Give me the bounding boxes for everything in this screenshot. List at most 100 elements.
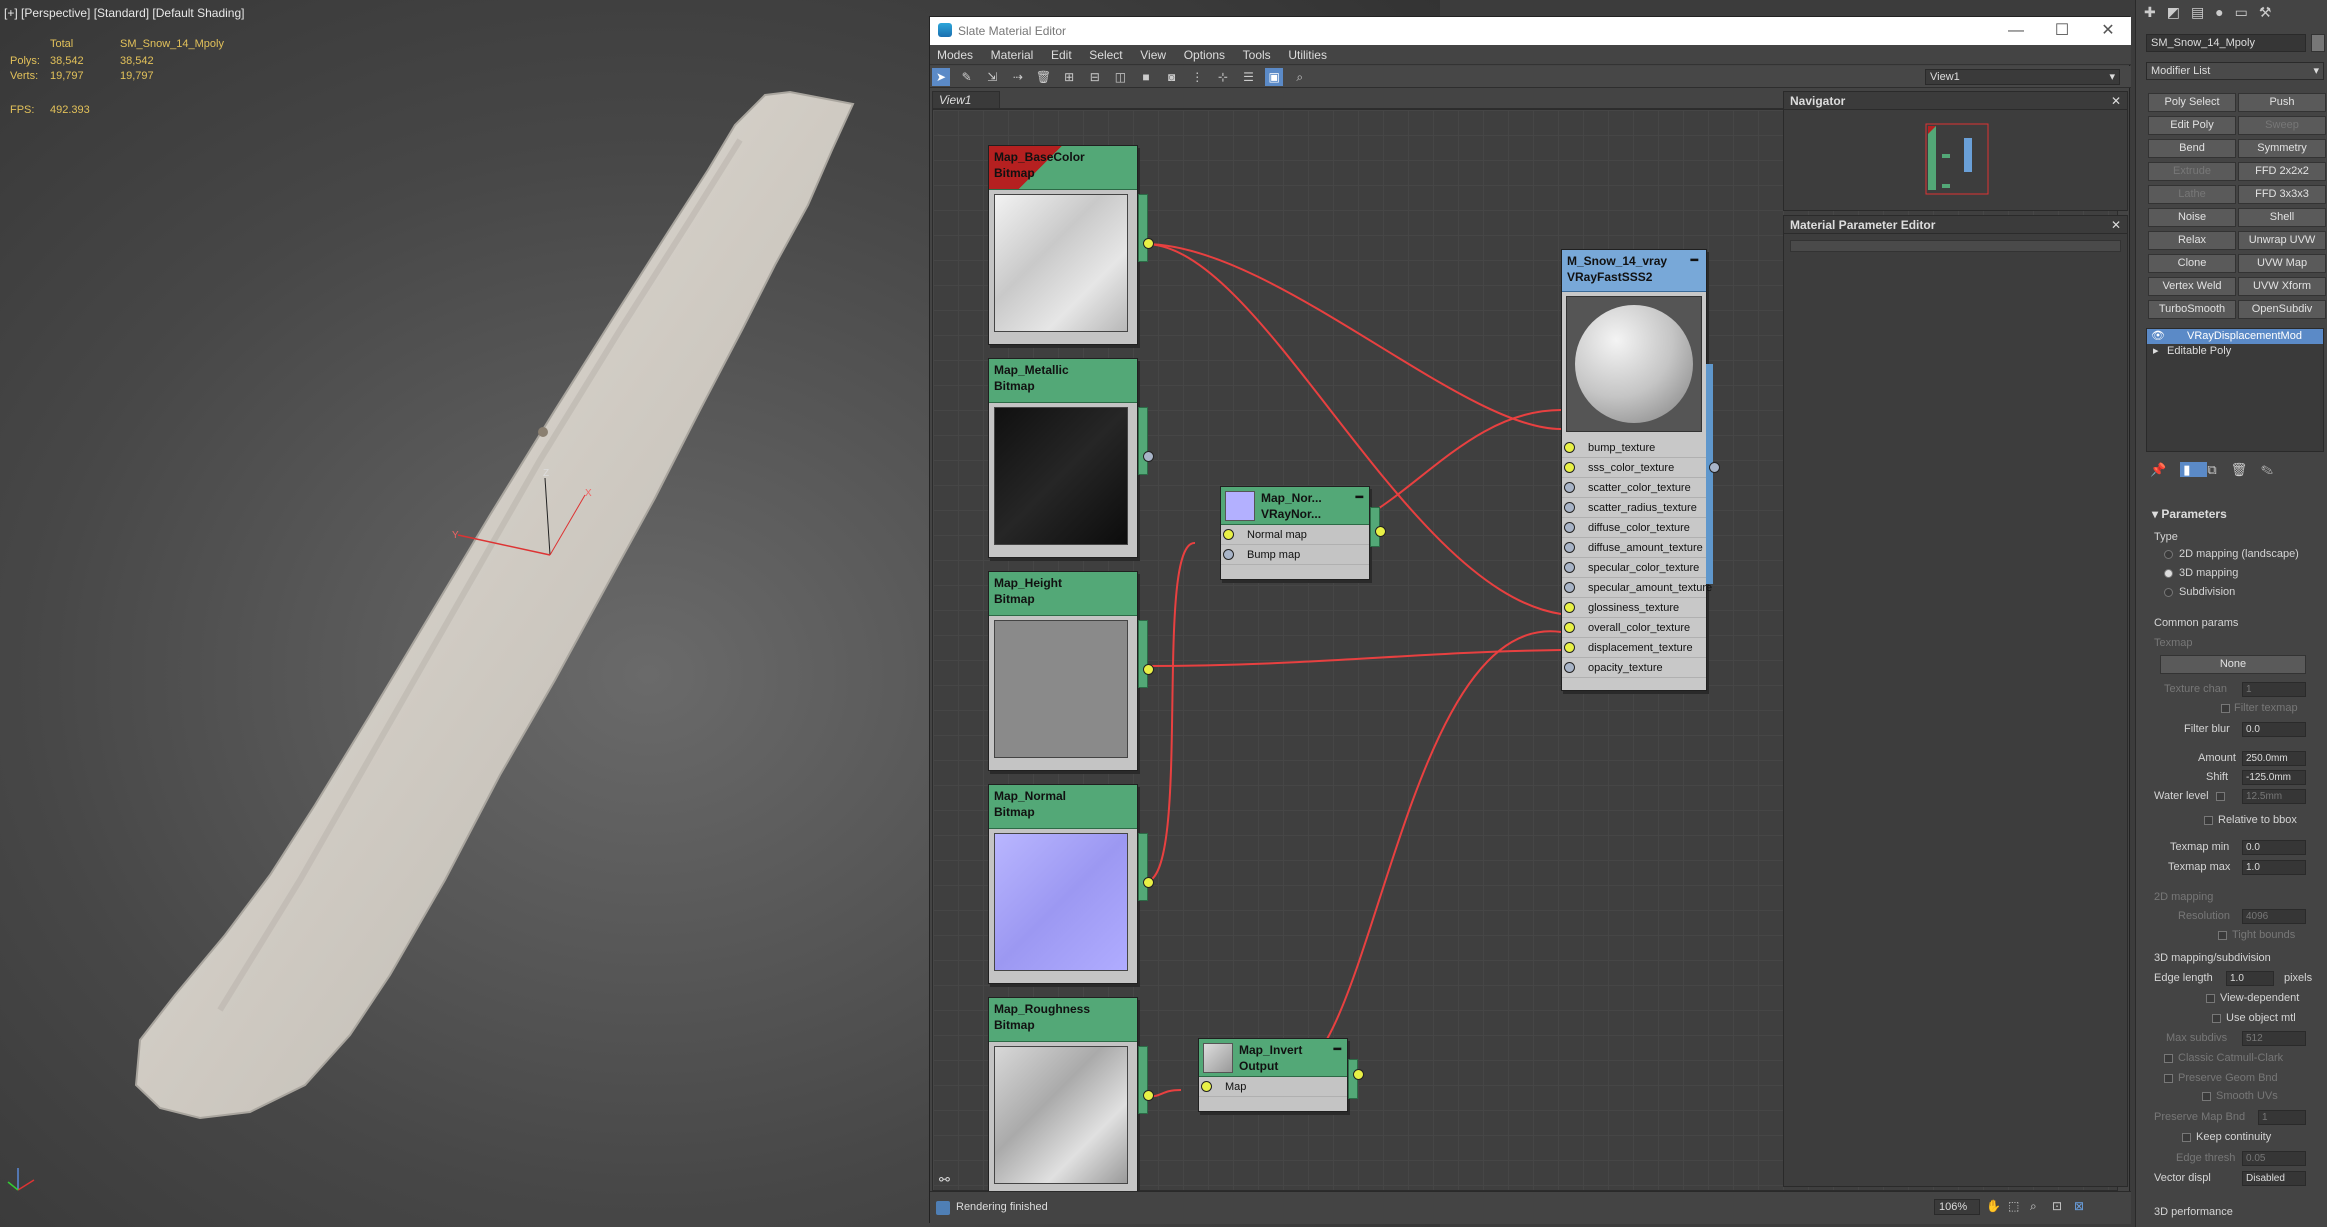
extrude-button[interactable]: Extrude (2148, 162, 2236, 181)
sweep-button[interactable]: Sweep (2238, 116, 2326, 135)
viewport-label-menu[interactable]: [+] [Perspective] [Standard] [Default Sh… (4, 6, 244, 20)
output-port[interactable] (1375, 526, 1386, 537)
move-children-icon[interactable]: ⊞ (1060, 68, 1078, 86)
slot-overall-color-texture[interactable]: overall_color_texture (1562, 618, 1706, 638)
zoom-region-icon[interactable]: ⬚ (2008, 1199, 2019, 1213)
node-map-basecolor[interactable]: Map_BaseColor Bitmap (988, 145, 1154, 345)
slot-specular-amount-texture[interactable]: specular_amount_texture (1562, 578, 1712, 598)
vector-displ-dropdown[interactable]: Disabled (2242, 1171, 2306, 1186)
input-port[interactable] (1564, 642, 1575, 653)
ffd-2x2x2-button[interactable]: FFD 2x2x2 (2238, 162, 2326, 181)
slot-bump-map[interactable]: Bump map (1221, 545, 1369, 565)
keep-continuity-checkbox[interactable] (2182, 1133, 2191, 1142)
delete-icon[interactable]: 🗑 (1035, 68, 1053, 86)
input-port[interactable] (1564, 522, 1575, 533)
slot-specular-color-texture[interactable]: specular_color_texture (1562, 558, 1706, 578)
uvw-map-button[interactable]: UVW Map (2238, 254, 2326, 273)
noise-button[interactable]: Noise (2148, 208, 2236, 227)
output-port[interactable] (1143, 877, 1154, 888)
rollout-header[interactable]: ▾ Parameters (2146, 507, 2324, 521)
zoom-extents-selected-icon[interactable]: ⊠ (2074, 1199, 2084, 1213)
close-icon[interactable]: ✕ (2085, 17, 2131, 45)
output-port[interactable] (1143, 1090, 1154, 1101)
classic-catmull-checkbox[interactable] (2164, 1054, 2173, 1063)
input-port[interactable] (1564, 662, 1575, 673)
stack-item-vraydisplacementmod[interactable]: 👁 VRayDisplacementMod (2147, 329, 2323, 344)
command-panel-tabs[interactable]: ✚◩▤●▭⚒ (2144, 4, 2282, 21)
resolution-spinner[interactable]: 4096 (2242, 909, 2306, 924)
collapse-icon[interactable]: ━ (1691, 252, 1698, 268)
clone-button[interactable]: Clone (2148, 254, 2236, 273)
slot-scatter-radius-texture[interactable]: scatter_radius_texture (1562, 498, 1706, 518)
window-titlebar[interactable]: Slate Material Editor — ☐ ✕ (930, 17, 2131, 45)
layout-children-icon[interactable]: ⊹ (1214, 68, 1232, 86)
menu-modes[interactable]: Modes (930, 45, 980, 65)
output-port[interactable] (1143, 451, 1154, 462)
slot-glossiness-texture[interactable]: glossiness_texture (1562, 598, 1706, 618)
navigator-minimap[interactable] (1784, 110, 2129, 210)
shift-spinner[interactable]: -125.0mm (2242, 770, 2306, 785)
pan-icon[interactable]: ✋ (1986, 1199, 2001, 1213)
collapse-icon[interactable]: ━ (1334, 1041, 1341, 1057)
input-port[interactable] (1564, 482, 1575, 493)
material-id-icon[interactable]: ◙ (1163, 68, 1181, 86)
view-dependent-checkbox[interactable] (2206, 994, 2215, 1003)
preserve-geom-checkbox[interactable] (2164, 1074, 2173, 1083)
relative-bbox-checkbox[interactable] (2204, 816, 2213, 825)
menu-material[interactable]: Material (984, 45, 1041, 65)
radio-3d-mapping[interactable] (2164, 569, 2173, 578)
minimize-icon[interactable]: — (1993, 17, 2039, 45)
slot-scatter-color-texture[interactable]: scatter_color_texture (1562, 478, 1706, 498)
select-tool-icon[interactable]: ➤ (932, 68, 950, 86)
maximize-icon[interactable]: ☐ (2039, 17, 2085, 45)
hide-unused-icon[interactable]: ⊟ (1086, 68, 1104, 86)
slot-normal-map[interactable]: Normal map (1221, 525, 1369, 545)
input-port[interactable] (1223, 549, 1234, 560)
input-port[interactable] (1223, 529, 1234, 540)
opensubdiv-button[interactable]: OpenSubdiv (2238, 300, 2326, 319)
vertex-weld-button[interactable]: Vertex Weld (2148, 277, 2236, 296)
input-port[interactable] (1564, 502, 1575, 513)
zoom-extents-icon[interactable]: ⊡ (2052, 1199, 2062, 1213)
close-icon[interactable]: ✕ (2111, 216, 2121, 234)
node-vray-normal-map[interactable]: Map_Nor... VRayNor... ━ Normal map Bump … (1220, 486, 1386, 580)
turbosmooth-button[interactable]: TurboSmooth (2148, 300, 2236, 319)
select-by-material-icon[interactable]: ⌕ (1291, 68, 1309, 86)
object-name-field[interactable]: SM_Snow_14_Mpoly (2146, 34, 2306, 52)
input-port[interactable] (1564, 622, 1575, 633)
menu-options[interactable]: Options (1177, 45, 1232, 65)
amount-spinner[interactable]: 250.0mm (2242, 751, 2306, 766)
input-port[interactable] (1564, 562, 1575, 573)
node-material-m-snow[interactable]: M_Snow_14_vray VRayFastSSS2 ━ bump_textu… (1561, 249, 1720, 691)
node-map-invert[interactable]: Map_Invert Output ━ Map (1198, 1038, 1364, 1112)
texmap-none-button[interactable]: None (2160, 655, 2306, 674)
close-icon[interactable]: ✕ (2111, 92, 2121, 110)
texture-chan-spinner[interactable]: 1 (2242, 682, 2306, 697)
object-color-swatch[interactable] (2311, 34, 2325, 52)
node-map-metallic[interactable]: Map_Metallic Bitmap (988, 358, 1154, 558)
max-subdivs-spinner[interactable]: 512 (2242, 1031, 2306, 1046)
relax-button[interactable]: Relax (2148, 231, 2236, 250)
bend-button[interactable]: Bend (2148, 139, 2236, 158)
shell-button[interactable]: Shell (2238, 208, 2326, 227)
pick-material-icon[interactable]: ✎ (958, 68, 976, 86)
zoom-field[interactable]: 106% (1934, 1199, 1980, 1215)
binoculars-icon[interactable]: ⚯ (939, 1172, 950, 1188)
input-port[interactable] (1564, 542, 1575, 553)
menu-utilities[interactable]: Utilities (1281, 45, 1334, 65)
edit-poly-button[interactable]: Edit Poly (2148, 116, 2236, 135)
texmap-min-spinner[interactable]: 0.0 (2242, 840, 2306, 855)
menu-tools[interactable]: Tools (1236, 45, 1278, 65)
preserve-map-dropdown[interactable]: 1 (2258, 1110, 2306, 1125)
node-map-roughness[interactable]: Map_Roughness Bitmap (988, 997, 1154, 1197)
water-level-checkbox[interactable] (2216, 792, 2225, 801)
filter-texmap-checkbox[interactable] (2221, 704, 2230, 713)
assign-material-icon[interactable]: ⇢ (1009, 68, 1027, 86)
push-button[interactable]: Push (2238, 93, 2326, 112)
param-editor-field[interactable] (1790, 240, 2121, 252)
output-port[interactable] (1143, 238, 1154, 249)
modifier-list-dropdown[interactable]: Modifier List ▾ (2146, 62, 2324, 80)
slot-sss-color-texture[interactable]: sss_color_texture (1562, 458, 1706, 478)
tight-bounds-checkbox[interactable] (2218, 931, 2227, 940)
stack-item-editable-poly[interactable]: ▸ Editable Poly (2147, 344, 2323, 359)
